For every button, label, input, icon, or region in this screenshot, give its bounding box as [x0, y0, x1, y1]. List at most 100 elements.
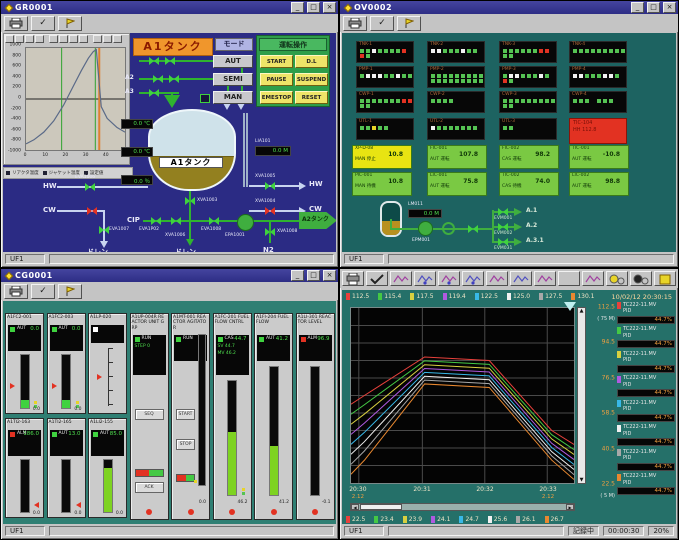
- wave-1-button[interactable]: [486, 271, 508, 286]
- mode-button-aut[interactable]: AUT: [213, 55, 253, 68]
- overview-panel[interactable]: UTL-1: [356, 118, 414, 140]
- maximize-button[interactable]: □: [647, 2, 660, 13]
- close-button[interactable]: ×: [323, 270, 336, 281]
- print-button[interactable]: [4, 283, 28, 299]
- legend-checkbox[interactable]: [6, 171, 10, 175]
- run-stop-toggle[interactable]: [134, 469, 164, 477]
- minimize-button[interactable]: _: [291, 2, 304, 13]
- valve-xva1003[interactable]: [185, 197, 195, 205]
- operation-button-dl[interactable]: D.L: [295, 55, 328, 68]
- data-yellow-button[interactable]: [606, 271, 628, 286]
- print-button[interactable]: [4, 15, 28, 31]
- faceplate-unit[interactable]: A1LP-020: [88, 313, 127, 414]
- mini-tool-button[interactable]: [49, 35, 58, 43]
- overview-panel[interactable]: PMP-4: [569, 66, 627, 88]
- overview-panel[interactable]: CWP-1: [356, 91, 414, 113]
- run-stop-toggle[interactable]: [176, 474, 195, 482]
- datapoint-box[interactable]: LIC-002 98.8 AUT 運転: [569, 172, 629, 196]
- operation-button-start[interactable]: START: [260, 55, 293, 68]
- faceplate-unit[interactable]: A1FC-201 FUEL FLOW CNTRL CAS 44.7 SV 44.7 MV…: [212, 313, 252, 520]
- mode-button-semi[interactable]: SEMI: [213, 73, 253, 86]
- mini-tool-button[interactable]: [79, 35, 88, 43]
- scroll-left-icon[interactable]: ◀: [351, 504, 359, 510]
- acknowledge-button[interactable]: ✓: [370, 15, 394, 31]
- faceplate-unit[interactable]: A1LI-301 REACTOR LEVEL ALM 96.9 -0.1: [295, 313, 335, 520]
- valve-icon[interactable]: [498, 223, 508, 231]
- pen-down-button[interactable]: [462, 271, 484, 286]
- overview-panel[interactable]: TNK-1: [356, 41, 414, 63]
- mimic-pump[interactable]: [418, 221, 433, 236]
- mimic-pump-2[interactable]: [442, 222, 455, 235]
- valve-xva1004[interactable]: [265, 207, 275, 215]
- datapoint-box[interactable]: TIC-001 -10.8 AUT 運転: [569, 145, 629, 169]
- scrollbar-thumb[interactable]: [360, 504, 402, 510]
- acknowledge-button[interactable]: ✓: [31, 283, 55, 299]
- pen-up-button[interactable]: [438, 271, 460, 286]
- faceplate-unit[interactable]: A1TI2-165 AUT 13.0 0.0: [46, 418, 86, 518]
- faceplate-unit[interactable]: A1FC2-001 AUT 0.0 0.0: [5, 313, 44, 414]
- wave-3-button[interactable]: [534, 271, 556, 286]
- valve-icon[interactable]: [468, 225, 478, 233]
- faceplate-unit[interactable]: A1MT-001 REACTOR AGITATOR RUN START STOP 0.0: [171, 313, 210, 520]
- datapoint-box[interactable]: LIC-001 75.8 AUT 運転: [427, 172, 487, 196]
- start-button[interactable]: START: [176, 409, 195, 420]
- overview-panel[interactable]: CWP-3: [499, 91, 557, 113]
- alarm-panel[interactable]: TIC-104 HH 112.8: [569, 118, 627, 144]
- overview-panel[interactable]: CWP-4: [569, 91, 627, 113]
- valve-icon[interactable]: [87, 207, 97, 215]
- mini-tool-button[interactable]: [113, 35, 122, 43]
- cursor-slider[interactable]: ▲ ▼: [577, 307, 586, 484]
- slider-up-icon[interactable]: ▲: [578, 308, 585, 314]
- pen-entry[interactable]: TC222-11.MV PID 44.7%: [617, 449, 676, 471]
- overview-panel[interactable]: PMP-2: [427, 66, 485, 88]
- valve-icon[interactable]: [149, 57, 159, 65]
- mini-tool-button[interactable]: [35, 35, 44, 43]
- print-button[interactable]: [343, 15, 367, 31]
- maximize-button[interactable]: □: [307, 2, 320, 13]
- operation-button-reset[interactable]: RESET: [295, 91, 328, 104]
- valve-eva1p02[interactable]: [151, 217, 161, 225]
- note-button[interactable]: [654, 271, 676, 286]
- pen-entry[interactable]: TC222-11.MV PID 44.7%: [617, 473, 676, 495]
- scroll-right-icon[interactable]: ▶: [566, 504, 574, 510]
- pen-entry[interactable]: TC222-11.MV PID 44.7%: [617, 424, 676, 446]
- pen-assign-button[interactable]: [414, 271, 436, 286]
- valve-icon[interactable]: [498, 238, 508, 246]
- flag-button[interactable]: [58, 15, 82, 31]
- valve-eva1008[interactable]: [209, 217, 219, 225]
- operation-button-pause[interactable]: PAUSE: [260, 73, 293, 86]
- overview-panel[interactable]: PMP-3: [499, 66, 557, 88]
- overview-panel[interactable]: UTL-3: [499, 118, 557, 140]
- acknowledge-button[interactable]: ✓: [31, 15, 55, 31]
- valve-icon[interactable]: [498, 208, 508, 216]
- titlebar[interactable]: CG0001 _ □ ×: [1, 269, 338, 282]
- wave-4-button[interactable]: [582, 271, 604, 286]
- mini-tool-button[interactable]: [103, 35, 112, 43]
- legend-item[interactable]: リアクタ温度: [6, 170, 39, 176]
- datapoint-box[interactable]: XP-D-08 10.8 MAN 停止: [352, 145, 412, 169]
- datapoint-box[interactable]: FIC-002 98.2 CAS 運転: [499, 145, 559, 169]
- pen-entry[interactable]: TC222-11.MV PID 44.7%: [617, 326, 676, 348]
- valve-icon[interactable]: [149, 89, 159, 97]
- faceplate-button[interactable]: SEQ: [134, 409, 164, 420]
- mini-tool-button[interactable]: [69, 35, 78, 43]
- pen-entry[interactable]: TC222-11.MV PID 44.7%: [617, 351, 676, 373]
- minimize-button[interactable]: _: [631, 2, 644, 13]
- faceplate-button[interactable]: ACK: [134, 482, 164, 493]
- faceplate-unit[interactable]: A1FI-204 FUEL FLOW AUT 41.2 41.2: [254, 313, 293, 520]
- slider-down-icon[interactable]: ▼: [578, 477, 585, 483]
- valve-xva1008[interactable]: [265, 228, 275, 236]
- titlebar[interactable]: OV0002 _ □ ×: [340, 1, 678, 14]
- a2-tank-link[interactable]: A2タンク: [299, 212, 336, 229]
- close-button[interactable]: ×: [663, 2, 676, 13]
- faceplate-unit[interactable]: A1UP-004R REACTOR UNIT GRP RUN STEP 0 SEQ AC…: [129, 313, 169, 520]
- stop-button[interactable]: STOP: [176, 439, 195, 450]
- valve-icon[interactable]: [165, 57, 175, 65]
- close-button[interactable]: ×: [323, 2, 336, 13]
- mode-button-man[interactable]: MAN: [213, 91, 253, 104]
- faceplate-unit[interactable]: A1TI2-163 ALM 186.0 0.0: [5, 418, 44, 518]
- overview-panel[interactable]: TNK-2: [427, 41, 485, 63]
- faceplate-unit[interactable]: A1LI2-155 AUT 85.0 0.0: [88, 418, 127, 518]
- mini-tool-button[interactable]: [93, 35, 102, 43]
- cursor-marker-icon[interactable]: [564, 302, 576, 311]
